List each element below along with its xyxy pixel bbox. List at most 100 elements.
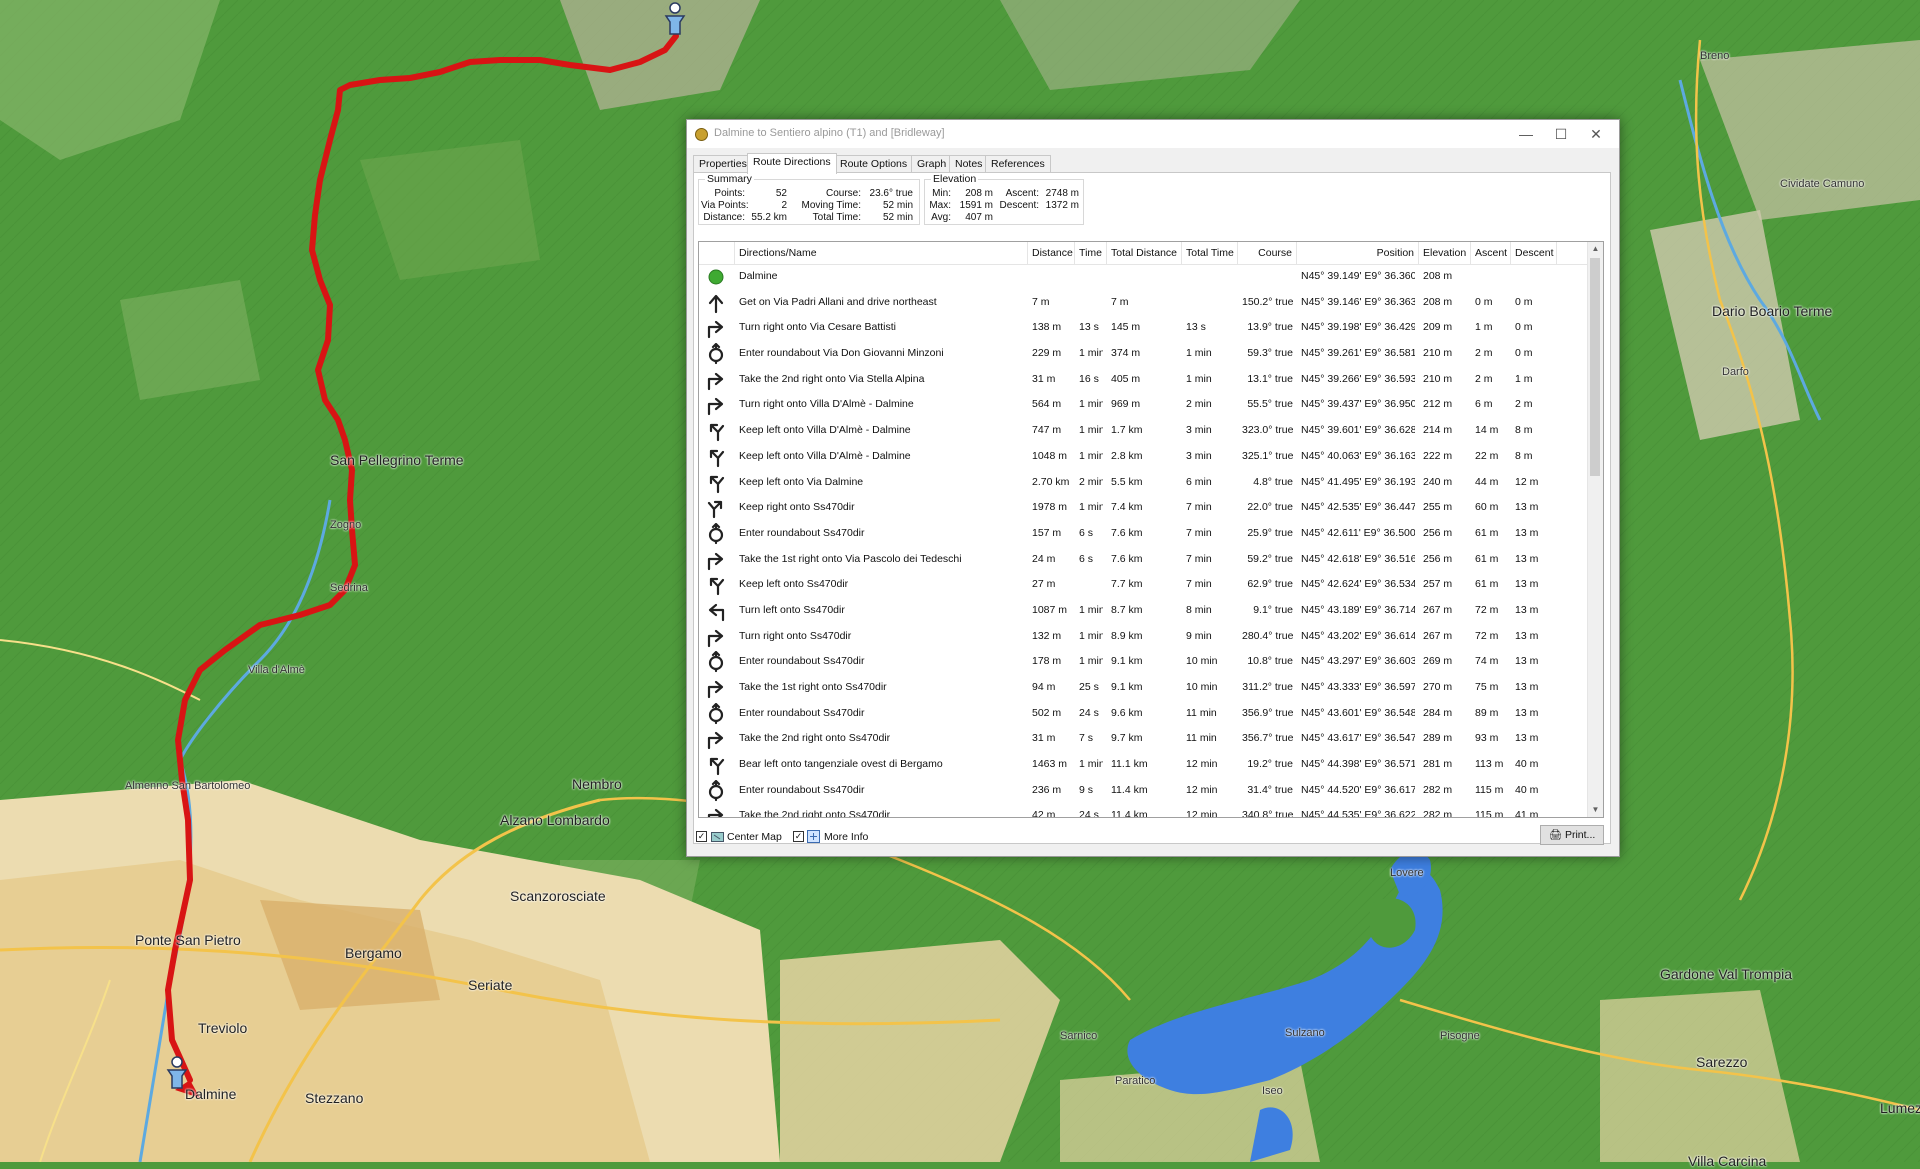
tab-properties[interactable]: Properties — [693, 155, 753, 173]
direction-text: Keep left onto Via Dalmine — [739, 475, 864, 488]
elevation-avg-value: 407 m — [965, 212, 993, 223]
total-time-cell: 3 min — [1186, 424, 1212, 437]
table-row[interactable]: Take the 1st right onto Via Pascolo dei … — [699, 547, 1589, 573]
direction-text: Take the 2nd right onto Ss470dir — [739, 732, 891, 745]
direction-text: Enter roundabout Ss470dir — [739, 526, 865, 539]
total-time-cell: 7 min — [1186, 552, 1212, 565]
table-row[interactable]: Keep left onto Via Dalmine 2.70 km 2 min 5.… — [699, 470, 1589, 496]
tab-route-directions[interactable]: Route Directions — [747, 153, 837, 174]
maximize-button[interactable]: ☐ — [1544, 124, 1578, 144]
keepright-icon — [705, 497, 727, 519]
tab-notes[interactable]: Notes — [949, 155, 989, 173]
table-row[interactable]: Keep left onto Ss470dir 27 m 7.7 km 7 min 62… — [699, 572, 1589, 598]
center-map-checkbox[interactable]: ✓ — [696, 831, 707, 842]
table-row[interactable]: Bear left onto tangenziale ovest di Berg… — [699, 752, 1589, 778]
ascent-cell: 14 m — [1475, 424, 1499, 437]
directions-table[interactable]: Directions/Name Distance Time Total Dist… — [698, 241, 1604, 818]
table-row[interactable]: Enter roundabout Ss470dir 502 m 24 s 9.6 km… — [699, 701, 1589, 727]
center-map-label[interactable]: Center Map — [727, 831, 782, 843]
minimize-button[interactable]: — — [1509, 124, 1543, 144]
time-cell: 2 min — [1079, 475, 1103, 488]
scroll-up-icon[interactable]: ▲ — [1588, 242, 1603, 256]
table-row[interactable]: Turn left onto Ss470dir 1087 m 1 min 8.7 km… — [699, 598, 1589, 624]
column-header-descent[interactable]: Descent — [1511, 242, 1557, 264]
table-row[interactable]: Keep right onto Ss470dir 1978 m 1 min 7.4 k… — [699, 495, 1589, 521]
elevation-cell: 282 m — [1423, 783, 1453, 796]
descent-cell: 40 m — [1515, 783, 1539, 796]
start-icon — [705, 266, 727, 288]
table-row[interactable]: Take the 2nd right onto Ss470dir 42 m 24 s… — [699, 803, 1589, 818]
table-row[interactable]: Dalmine N45° 39.149' E9° 36.360' 208 m — [699, 264, 1589, 290]
table-row[interactable]: Keep left onto Villa D'Almè - Dalmine 747… — [699, 418, 1589, 444]
distance-cell: 31 m — [1032, 372, 1056, 385]
elevation-cell: 270 m — [1423, 681, 1453, 693]
table-row[interactable]: Enter roundabout Ss470dir 157 m 6 s 7.6 km 7… — [699, 521, 1589, 547]
course-cell: 9.1° true — [1253, 603, 1293, 616]
roundabout-icon — [705, 779, 727, 802]
column-header-position[interactable]: Position — [1297, 242, 1419, 264]
title-bar[interactable]: Dalmine to Sentiero alpino (T1) and [Bri… — [687, 120, 1619, 148]
right-icon — [705, 394, 727, 416]
column-header-distance[interactable]: Distance — [1028, 242, 1075, 264]
ascent-cell: 113 m — [1475, 758, 1504, 771]
start-pin-icon[interactable] — [162, 1054, 192, 1090]
course-cell: 19.2° true — [1247, 758, 1293, 771]
column-header-directions[interactable]: Directions/Name — [735, 242, 1028, 264]
ascent-cell: 44 m — [1475, 475, 1499, 488]
descent-cell: 2 m — [1515, 398, 1533, 411]
table-body: Dalmine N45° 39.149' E9° 36.360' 208 m Get … — [699, 264, 1589, 818]
center-map-icon — [711, 832, 724, 842]
elevation-cell: 267 m — [1423, 603, 1453, 616]
elevation-max-value: 1591 m — [959, 200, 993, 211]
table-row[interactable]: Turn right onto Ss470dir 132 m 1 min 8.9 km… — [699, 624, 1589, 650]
total-distance-cell: 7.6 km — [1111, 552, 1143, 565]
total-time-cell: 11 min — [1186, 732, 1217, 745]
icon-column-header[interactable] — [699, 242, 735, 264]
elevation-cell: 210 m — [1423, 372, 1453, 385]
vertical-scrollbar[interactable]: ▲ ▼ — [1587, 242, 1603, 817]
map-place-label: Sarezzo — [1696, 1054, 1748, 1070]
table-row[interactable]: Enter roundabout Ss470dir 236 m 9 s 11.4 km… — [699, 778, 1589, 804]
column-header-time[interactable]: Time — [1075, 242, 1107, 264]
distance-cell: 502 m — [1032, 706, 1062, 719]
table-row[interactable]: Keep left onto Villa D'Almè - Dalmine 104… — [699, 444, 1589, 470]
more-info-checkbox[interactable]: ✓ — [793, 831, 804, 842]
table-row[interactable]: Take the 2nd right onto Via Stella Alpin… — [699, 367, 1589, 393]
table-row[interactable]: Turn right onto Via Cesare Battisti 138 m… — [699, 315, 1589, 341]
tab-references[interactable]: References — [985, 155, 1051, 173]
table-row[interactable]: Take the 2nd right onto Ss470dir 31 m 7 s 9… — [699, 726, 1589, 752]
column-header-elevation[interactable]: Elevation — [1419, 242, 1471, 264]
table-row[interactable]: Enter roundabout Via Don Giovanni Minzon… — [699, 341, 1589, 367]
course-cell: 59.2° true — [1247, 552, 1293, 565]
table-row[interactable]: Enter roundabout Ss470dir 178 m 1 min 9.1 k… — [699, 649, 1589, 675]
time-cell: 1 min — [1079, 449, 1103, 462]
column-header-total-time[interactable]: Total Time — [1182, 242, 1238, 264]
scroll-down-icon[interactable]: ▼ — [1588, 803, 1603, 817]
time-cell: 16 s — [1079, 372, 1099, 385]
elevation-min-label: Min: — [932, 188, 951, 199]
column-header-ascent[interactable]: Ascent — [1471, 242, 1511, 264]
table-row[interactable]: Turn right onto Villa D'Almè - Dalmine 56… — [699, 392, 1589, 418]
close-button[interactable]: ✕ — [1579, 124, 1613, 144]
more-info-label[interactable]: More Info — [824, 831, 868, 843]
table-row[interactable]: Get on Via Padri Allani and drive northe… — [699, 290, 1589, 316]
map-place-label: Iseo — [1262, 1085, 1283, 1097]
time-cell: 1 min — [1079, 655, 1103, 668]
column-header-total-distance[interactable]: Total Distance — [1107, 242, 1182, 264]
course-cell: 340.8° true — [1242, 809, 1293, 818]
descent-cell: 13 m — [1515, 603, 1539, 616]
distance-cell — [1032, 264, 1071, 290]
table-header: Directions/Name Distance Time Total Dist… — [699, 242, 1589, 265]
course-cell: 356.7° true — [1242, 732, 1293, 745]
position-cell: N45° 43.202' E9° 36.614' — [1301, 629, 1415, 642]
time-cell: 7 s — [1079, 732, 1094, 745]
end-pin-icon[interactable] — [660, 0, 690, 36]
tab-graph[interactable]: Graph — [911, 155, 953, 173]
tab-route-options[interactable]: Route Options — [834, 155, 914, 173]
direction-text: Keep left onto Ss470dir — [739, 578, 849, 591]
map-place-label: Villa Carcina — [1688, 1153, 1767, 1169]
scrollbar-thumb[interactable] — [1590, 258, 1600, 476]
column-header-course[interactable]: Course — [1238, 242, 1297, 264]
print-button[interactable]: 🖨 Print... — [1540, 825, 1604, 845]
table-row[interactable]: Take the 1st right onto Ss470dir 94 m 25 s… — [699, 675, 1589, 701]
